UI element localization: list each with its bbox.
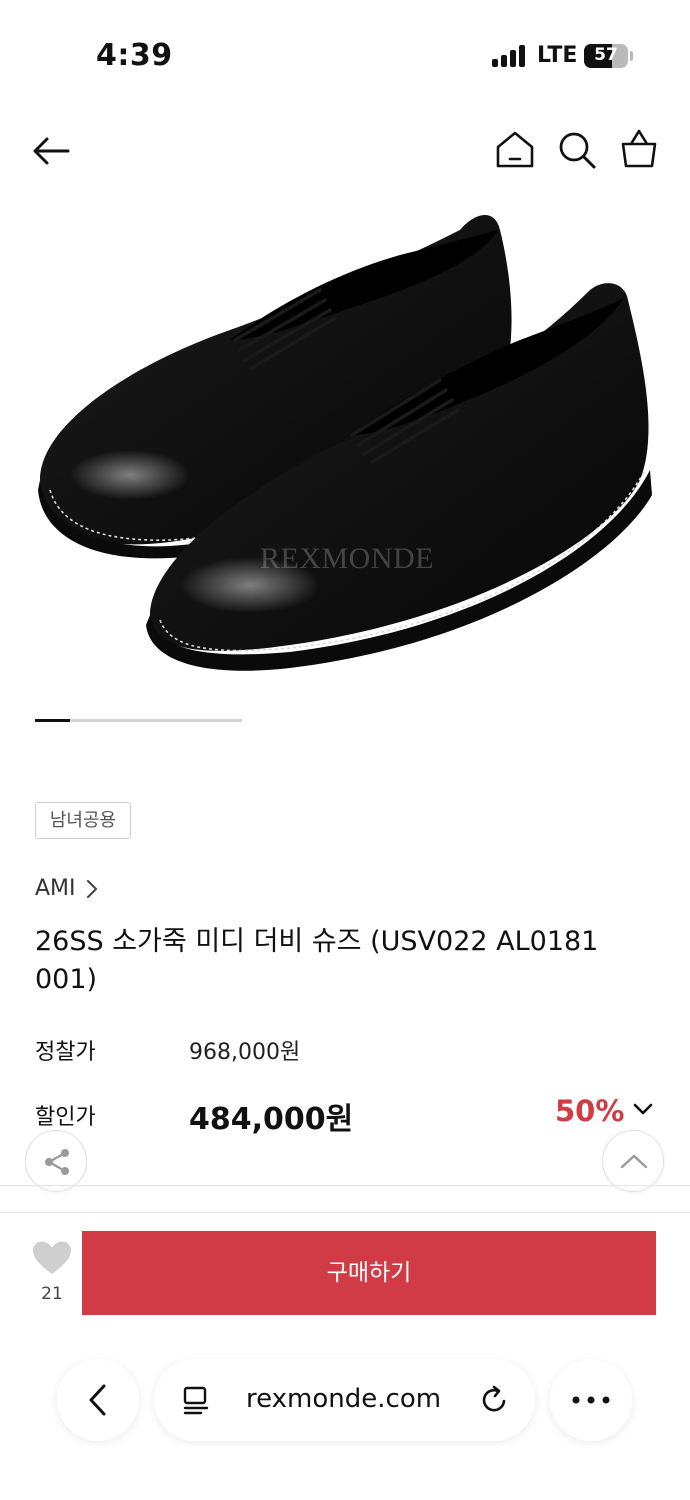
reader-icon <box>183 1386 209 1415</box>
reload-icon[interactable] <box>480 1385 510 1415</box>
product-image[interactable]: REXMONDE <box>0 190 690 710</box>
discount-rate: 50% <box>555 1094 625 1128</box>
chevron-right-icon <box>86 879 97 898</box>
browser-back-button[interactable] <box>57 1359 139 1441</box>
share-button[interactable] <box>25 1130 87 1192</box>
status-bar: 4:39 LTE 57 <box>0 0 690 110</box>
more-dots-icon <box>572 1396 610 1404</box>
back-button[interactable] <box>30 130 74 174</box>
discount-toggle[interactable] <box>632 1099 654 1119</box>
home-button[interactable] <box>494 128 536 172</box>
carousel-indicator <box>35 719 242 722</box>
brand-link[interactable]: AMI <box>35 876 98 901</box>
heart-icon <box>33 1241 71 1274</box>
buy-button[interactable]: 구매하기 <box>82 1231 656 1315</box>
carousel-progress <box>35 719 71 722</box>
watermark-text: REXMONDE <box>260 542 434 575</box>
list-price: 968,000원 <box>189 1040 301 1065</box>
cart-button[interactable] <box>618 126 660 172</box>
battery-nub <box>630 51 633 61</box>
home-icon <box>496 131 534 168</box>
gender-badge: 남녀공용 <box>35 802 131 839</box>
chevron-left-icon <box>89 1384 106 1416</box>
battery-level: 57 <box>594 45 618 65</box>
status-time: 4:39 <box>96 38 173 73</box>
signal-icon <box>492 45 526 67</box>
shopping-bag-icon <box>621 129 657 168</box>
chevron-up-icon <box>620 1154 648 1169</box>
divider <box>0 1185 690 1186</box>
search-button[interactable] <box>556 128 598 172</box>
url-text: rexmonde.com <box>246 1384 442 1414</box>
more-button[interactable] <box>550 1359 632 1441</box>
list-price-label: 정찰가 <box>35 1040 96 1065</box>
search-icon <box>559 132 596 169</box>
product-title: 26SS 소가죽 미디 더비 슈즈 (USV022 AL0181 001) <box>35 926 599 995</box>
back-arrow-icon <box>33 137 70 165</box>
like-count: 21 <box>41 1284 63 1304</box>
sale-price: 484,000원 <box>189 1102 354 1137</box>
divider <box>0 1212 690 1213</box>
brand-name: AMI <box>35 876 76 901</box>
chevron-down-icon <box>633 1103 653 1115</box>
scroll-top-button[interactable] <box>602 1130 664 1192</box>
share-icon <box>45 1149 69 1175</box>
address-bar[interactable]: rexmonde.com <box>154 1359 535 1441</box>
network-label: LTE <box>537 43 578 68</box>
sale-price-label: 할인가 <box>35 1105 96 1130</box>
shoe-illustration <box>38 214 652 671</box>
battery-icon: 57 <box>584 44 628 68</box>
